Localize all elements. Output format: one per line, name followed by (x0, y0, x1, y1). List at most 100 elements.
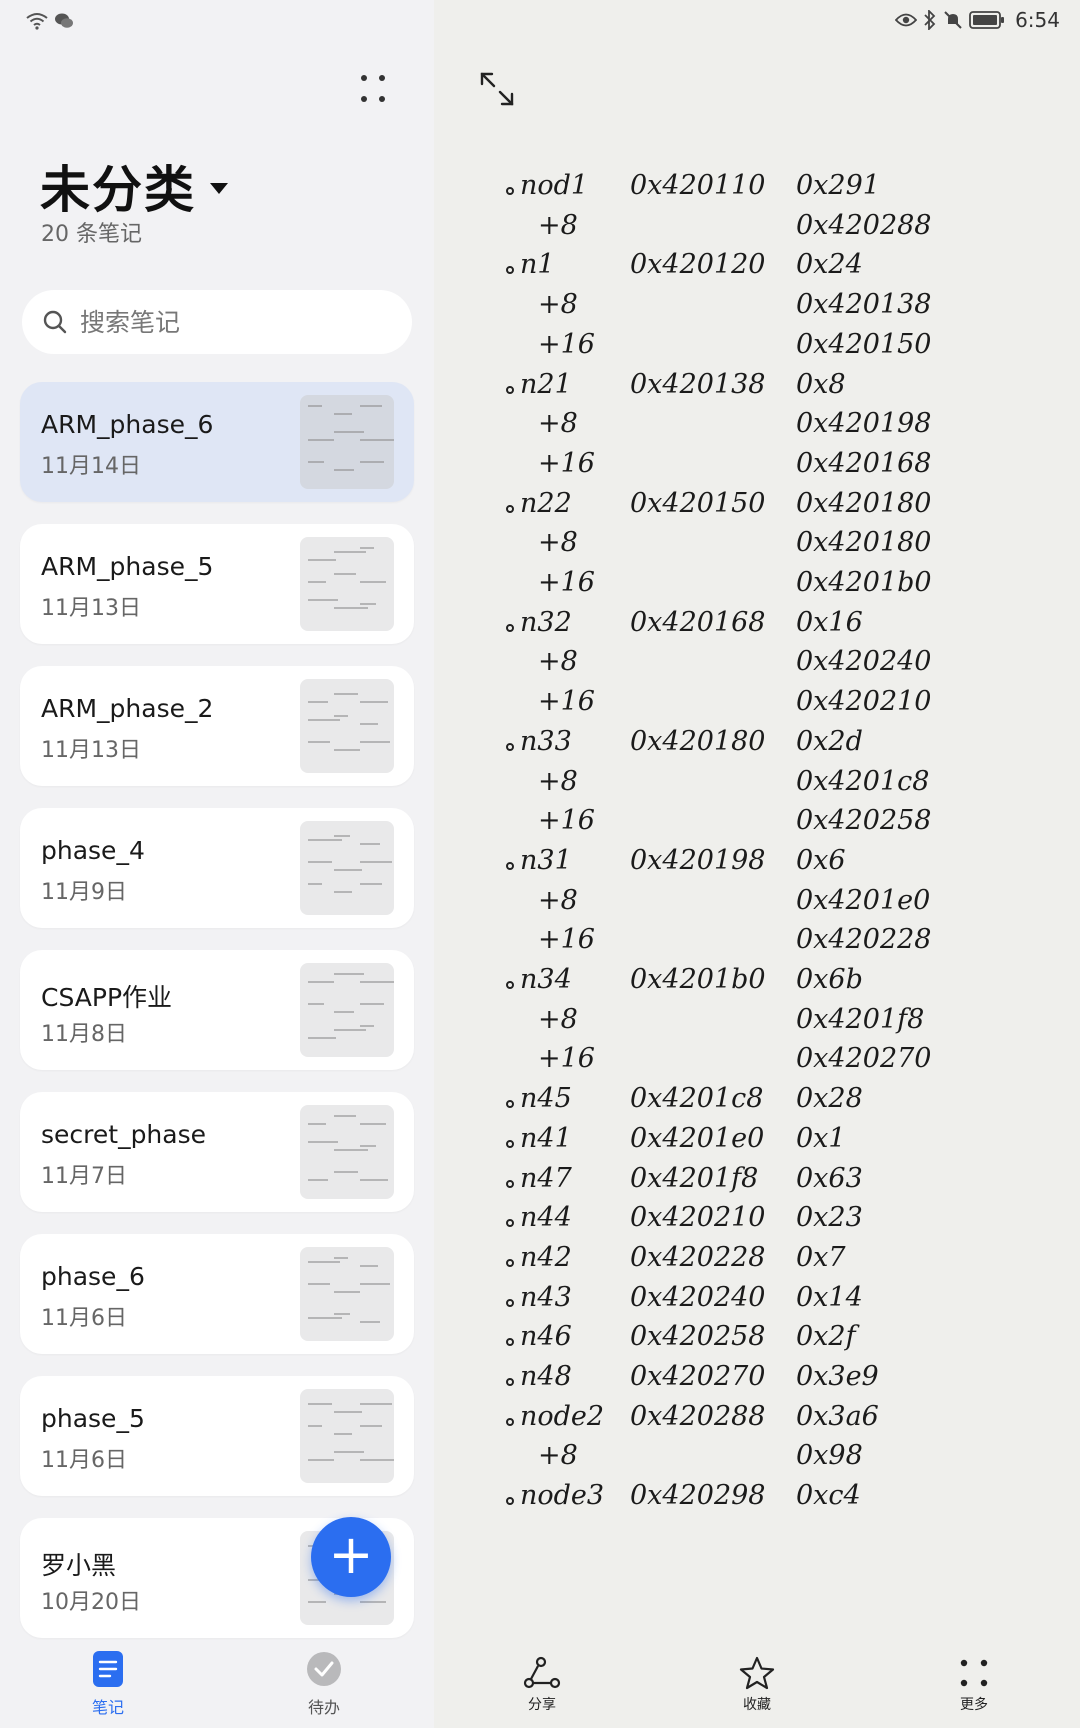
field-value: 0x23 (796, 1202, 863, 1234)
thumbnail-line (360, 883, 382, 885)
note-line: n41 0x4201e0 0x1 (434, 1123, 1080, 1163)
node-address: 0x420180 (630, 725, 766, 757)
thumbnail-line (334, 1291, 360, 1293)
note-list: ARM_phase_6 11月14日 ARM_phase_5 11月13日 ARM_ph… (20, 382, 414, 1660)
field-value: 0x16 (796, 606, 863, 638)
more-icon (960, 1659, 988, 1687)
thumbnail-line (308, 1425, 322, 1427)
field-value: 0x6b (796, 964, 863, 995)
note-list-item[interactable]: ARM_phase_6 11月14日 (20, 382, 414, 502)
more-button[interactable]: 更多 (934, 1656, 1014, 1714)
note-line: n32 0x420168 0x16 (434, 607, 1080, 647)
notes-sidebar: 未分类 20 条笔记 ARM_phase_6 11月14日 ARM_phase_5 1… (0, 0, 434, 1728)
thumbnail-line (334, 749, 360, 751)
note-list-item[interactable]: ARM_phase_5 11月13日 (20, 524, 414, 644)
field-value: 0x28 (796, 1083, 863, 1115)
node-address: 0x420240 (630, 1281, 766, 1313)
note-line: n21 0x420138 0x8 (434, 369, 1080, 409)
search-input[interactable] (80, 307, 380, 337)
note-list-item[interactable]: secret_phase 11月7日 (20, 1092, 414, 1212)
note-list-item[interactable]: phase_6 11月6日 (20, 1234, 414, 1354)
thumbnail-line (334, 715, 348, 717)
dot (379, 75, 385, 81)
note-list-item[interactable]: phase_5 11月6日 (20, 1376, 414, 1496)
thumbnail-line (308, 1179, 328, 1181)
bullet-dot (506, 981, 514, 989)
note-date: 11月7日 (41, 1164, 127, 1189)
note-line: n31 0x420198 0x6 (434, 845, 1080, 885)
thumbnail-line (334, 607, 368, 609)
field-offset: +8 (538, 765, 578, 797)
search-bar[interactable] (22, 290, 412, 354)
note-line: +8 0x420240 (434, 646, 1080, 686)
notes-app: 未分类 20 条笔记 ARM_phase_6 11月14日 ARM_phase_5 1… (0, 0, 1080, 1728)
note-line: +8 0x420288 (434, 210, 1080, 250)
note-list-item[interactable]: phase_4 11月9日 (20, 808, 414, 928)
thumbnail-line (334, 835, 350, 837)
tab-notes[interactable]: 笔记 (53, 1650, 163, 1718)
node-address: 0x420168 (630, 606, 766, 638)
note-thumbnail (300, 1389, 394, 1483)
node-name: node2 (520, 1400, 605, 1432)
bullet-dot (506, 1179, 514, 1188)
field-offset: +16 (538, 1043, 595, 1075)
add-note-button[interactable]: + (311, 1517, 391, 1597)
mute-icon (944, 11, 962, 29)
expand-icon[interactable] (476, 68, 520, 112)
thumbnail-line (308, 581, 326, 583)
node-name: n21 (520, 368, 572, 400)
star-icon (739, 1656, 775, 1690)
field-value: 0x14 (796, 1281, 863, 1313)
field-offset: +8 (538, 1003, 578, 1035)
field-value: 0x420150 (796, 328, 932, 360)
share-button[interactable]: 分享 (502, 1656, 582, 1714)
thumbnail-line (308, 1003, 324, 1005)
tab-todo[interactable]: 待办 (269, 1650, 379, 1718)
note-line: +16 0x420150 (434, 329, 1080, 369)
note-thumbnail (300, 821, 394, 915)
favorite-button[interactable]: 收藏 (717, 1656, 797, 1714)
thumbnail-line (334, 1149, 368, 1151)
thumbnail-line (360, 861, 392, 863)
field-offset: +8 (538, 1440, 578, 1472)
bullet-dot (506, 1100, 514, 1109)
field-offset: +8 (538, 646, 578, 678)
plus-icon: + (328, 1523, 374, 1586)
thumbnail-line (360, 1321, 380, 1323)
thumbnail-line (308, 1459, 334, 1461)
node-address: 0x420120 (630, 249, 766, 281)
thumbnail-line (308, 1317, 342, 1319)
node-name: n46 (520, 1321, 572, 1353)
sidebar-more-button[interactable] (355, 72, 391, 108)
field-value: 0x420180 (796, 527, 932, 559)
bullet-dot (506, 1497, 514, 1506)
note-list-item[interactable]: CSAPP作业 11月8日 (20, 950, 414, 1070)
thumbnail-line (360, 1283, 390, 1285)
thumbnail-line (334, 1257, 348, 1259)
field-value: 0x420288 (796, 209, 932, 241)
thumbnail-line (308, 1403, 332, 1405)
note-thumbnail (300, 395, 394, 489)
bullet-dot (506, 1258, 514, 1267)
bullet-dot (506, 1338, 514, 1347)
note-title: ARM_phase_6 (41, 410, 214, 439)
field-value: 0x420198 (796, 408, 932, 440)
thumbnail-line (334, 1115, 356, 1117)
note-date: 11月13日 (41, 596, 141, 621)
node-name: n41 (520, 1122, 572, 1154)
notes-icon (93, 1651, 123, 1687)
note-line: n47 0x4201f8 0x63 (434, 1163, 1080, 1203)
status-bar-left (26, 12, 74, 30)
thumbnail-line (308, 1123, 326, 1125)
thumbnail-line (360, 1179, 388, 1181)
thumbnail-line (360, 603, 376, 605)
folder-selector[interactable]: 未分类 (40, 150, 228, 222)
note-line: nod1 0x420110 0x291 (434, 170, 1080, 210)
note-thumbnail (300, 679, 394, 773)
bullet-dot (506, 623, 514, 632)
node-address: 0x4201f8 (630, 1162, 759, 1194)
thumbnail-line (360, 439, 394, 441)
node-address: 0x420298 (630, 1480, 766, 1512)
note-line: n48 0x420270 0x3e9 (434, 1361, 1080, 1401)
note-list-item[interactable]: ARM_phase_2 11月13日 (20, 666, 414, 786)
